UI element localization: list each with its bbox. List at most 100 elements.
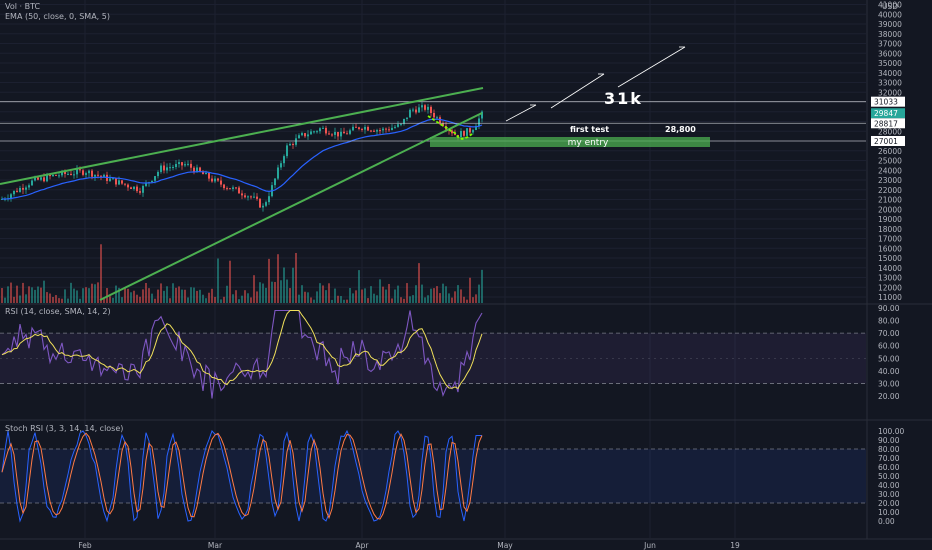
volume-bar [64, 289, 66, 303]
volume-bar [370, 286, 372, 303]
candle-body [37, 177, 39, 180]
target-label: 31k [604, 89, 643, 108]
candle-body [211, 178, 213, 182]
volume-bar [238, 299, 240, 303]
volume-bar [451, 297, 453, 303]
candle-body [100, 175, 102, 177]
volume-bar [55, 295, 57, 303]
price-tag-2: 28817 [874, 119, 898, 128]
volume-bar [220, 299, 222, 303]
volume-bar [22, 282, 24, 303]
volume-bar [199, 289, 201, 303]
price-axis-tick: 18000 [878, 225, 902, 234]
volume-bar [91, 283, 93, 303]
volume-bar [364, 288, 366, 303]
candle-body [154, 176, 156, 181]
candle-body [418, 107, 420, 113]
candle-body [370, 130, 372, 132]
volume-bar [34, 289, 36, 303]
price-axis-tick: 40000 [878, 10, 902, 19]
candle-body [247, 196, 249, 198]
candle-body [19, 187, 21, 192]
candle-body [463, 131, 465, 136]
candle-body [397, 124, 399, 127]
volume-bar [415, 285, 417, 303]
volume-bar [232, 294, 234, 303]
candle-body [40, 177, 42, 180]
candle-body [286, 145, 288, 157]
candle-body [385, 128, 387, 130]
candle-body [274, 178, 276, 186]
candle-body [175, 163, 177, 168]
candle-body [349, 130, 351, 134]
price-axis-tick: 28000 [878, 127, 902, 136]
candle-body [337, 131, 339, 137]
price-axis-tick: 16000 [878, 244, 902, 253]
price-axis-tick: 37000 [878, 40, 902, 49]
candle-body [97, 174, 99, 176]
candle-body [46, 174, 48, 182]
main-legend-ema: EMA (50, close, 0, SMA, 5) [5, 12, 110, 21]
chart-canvas[interactable]: my entry31kfirst test 28,800USD4100040000… [0, 0, 932, 550]
candle-body [250, 196, 252, 198]
volume-bar [283, 267, 285, 303]
candle-body [88, 170, 90, 174]
volume-bar [475, 294, 477, 303]
candle-body [400, 123, 402, 125]
candle-body [373, 130, 375, 132]
candle-body [76, 169, 78, 175]
volume-bar [331, 299, 333, 303]
volume-bar [295, 252, 297, 303]
volume-bar [280, 280, 282, 303]
volume-bar [337, 295, 339, 303]
volume-bar [382, 286, 384, 303]
stoch-axis-tick: 90.00 [878, 436, 900, 445]
volume-bar [157, 289, 159, 303]
volume-bar [130, 292, 132, 303]
volume-bar [448, 293, 450, 303]
first-test-label: first test [570, 125, 609, 134]
stoch-axis-tick: 60.00 [878, 463, 900, 472]
volume-bar [445, 286, 447, 303]
volume-bar [244, 290, 246, 303]
volume-bar [136, 294, 138, 303]
volume-bar [421, 284, 423, 303]
price-axis-tick: 15000 [878, 254, 902, 263]
candle-body [436, 117, 438, 119]
candle-body [328, 133, 330, 135]
volume-bar [373, 293, 375, 303]
volume-bar [85, 287, 87, 303]
candle-body [133, 186, 135, 189]
volume-bar [409, 296, 411, 303]
volume-bar [172, 283, 174, 303]
volume-bar [433, 288, 435, 303]
volume-bar [1, 288, 3, 303]
volume-bar [49, 293, 51, 303]
candle-body [478, 118, 480, 126]
volume-bar [109, 296, 111, 303]
volume-bar [181, 289, 183, 303]
volume-bar [145, 282, 147, 303]
volume-bar [259, 282, 261, 303]
price-axis-tick: 14000 [878, 264, 902, 273]
candle-body [265, 202, 267, 206]
volume-bar [16, 285, 18, 303]
volume-bar [61, 298, 63, 303]
volume-bar [235, 290, 237, 303]
volume-bar [43, 280, 45, 303]
volume-bar [247, 293, 249, 303]
volume-bar [328, 283, 330, 303]
price-axis-tick: 33000 [878, 79, 902, 88]
candle-body [361, 128, 363, 130]
candle-body [241, 193, 243, 196]
candle-body [262, 205, 264, 208]
candle-body [67, 173, 69, 175]
candle-body [430, 106, 432, 113]
candle-body [22, 187, 24, 190]
volume-bar [307, 292, 309, 303]
candle-body [115, 178, 117, 185]
volume-bar [160, 283, 162, 303]
candle-body [427, 106, 429, 110]
candle-body [136, 186, 138, 192]
stoch-axis-tick: 0.00 [878, 517, 895, 526]
